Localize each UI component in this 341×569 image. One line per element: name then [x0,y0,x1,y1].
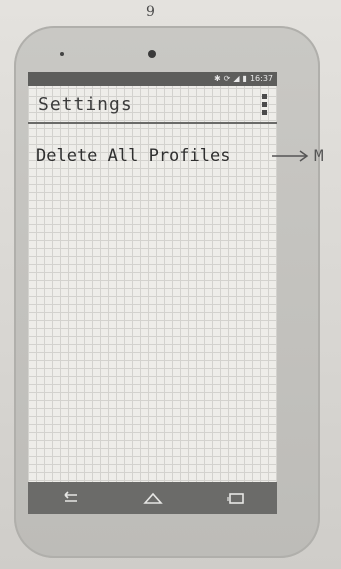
front-camera [148,50,156,58]
status-icons: ✱ ⟳ ◢ ▮ 16:37 [214,72,273,86]
status-bar: ✱ ⟳ ◢ ▮ 16:37 [28,72,277,86]
delete-all-profiles-item[interactable]: Delete All Profiles [36,146,266,166]
battery-icon: ▮ [242,74,247,83]
speaker-dot [60,52,64,56]
sketch-paper: 9 ✱ ⟳ ◢ ▮ 16:37 Settings Delete All Prof… [0,0,341,569]
annotation-label: M [314,146,324,165]
overflow-dot [262,102,267,107]
arrow-right-icon [272,149,309,162]
navigation-bar [28,482,277,514]
sync-icon: ⟳ [223,74,231,83]
phone-screen: ✱ ⟳ ◢ ▮ 16:37 Settings Delete All Profil… [28,72,277,482]
status-time: 16:37 [249,74,273,83]
recent-apps-icon[interactable] [225,491,247,505]
flow-annotation: M [270,146,324,165]
back-icon[interactable] [59,491,81,505]
page-title: Settings [38,94,133,115]
page-number: 9 [146,4,155,20]
home-icon[interactable] [142,491,164,505]
app-bar: Settings [28,86,277,124]
overflow-dot [262,110,267,115]
overflow-dot [262,94,267,99]
overflow-menu-icon[interactable] [262,94,267,115]
bluetooth-icon: ✱ [213,74,221,83]
signal-icon: ◢ [233,74,240,83]
